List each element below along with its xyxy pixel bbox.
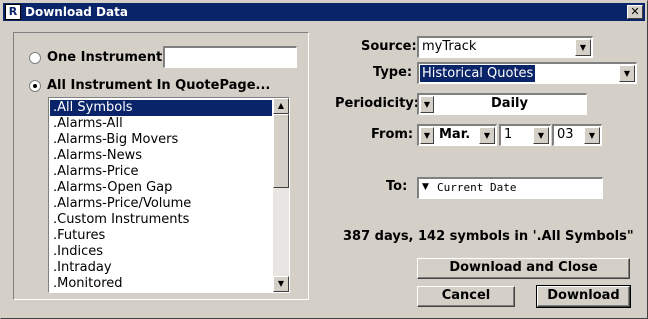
from-day-value: 1 [504,127,513,142]
list-item[interactable]: .Intraday [50,260,272,276]
status-text: 387 days, 142 symbols in '.All Symbols" [343,229,634,244]
list-item[interactable]: .Alarms-News [50,148,272,164]
chevron-down-icon[interactable]: ▼ [619,65,635,82]
window-title: Download Data [25,5,128,19]
close-icon[interactable]: ✕ [627,5,643,19]
to-value: Current Date [437,181,517,194]
download-button[interactable]: Download [536,285,631,308]
from-label: From: [371,127,414,142]
app-icon: R [5,4,21,20]
quotepage-list: .All Symbols .Alarms-All .Alarms-Big Mover… [50,100,272,292]
type-label: Type: [373,65,413,80]
from-month-select[interactable]: ▼ Mar. ▼ [417,124,497,146]
download-data-dialog: R Download Data ✕ One Instrument: All In… [0,0,648,319]
radio-one-instrument[interactable] [29,52,41,64]
quotepage-listbox[interactable]: .All Symbols .Alarms-All .Alarms-Big Mover… [48,97,290,293]
scroll-thumb[interactable] [273,114,289,188]
title-bar[interactable]: R Download Data ✕ [3,3,645,21]
one-instrument-input[interactable] [163,46,297,68]
list-item[interactable]: .Alarms-Open Gap [50,180,272,196]
to-select[interactable]: ▼ Current Date [417,177,603,199]
scroll-down-icon[interactable]: ▼ [273,276,289,292]
scroll-up-icon[interactable]: ▲ [273,98,289,114]
source-label: Source: [361,39,417,54]
list-scrollbar[interactable]: ▲ ▼ [273,98,289,292]
from-month-value: Mar. [439,127,471,142]
chevron-down-icon[interactable]: ▼ [422,182,429,192]
type-select[interactable]: Historical Quotes ▼ [417,62,637,84]
chevron-down-icon[interactable]: ▼ [584,127,600,144]
source-value: myTrack [422,39,477,54]
chevron-down-icon[interactable]: ▼ [479,127,495,144]
download-and-close-button[interactable]: Download and Close [417,258,630,279]
source-select[interactable]: myTrack ▼ [417,36,593,58]
chevron-down-icon[interactable]: ▼ [420,96,434,113]
periodicity-select[interactable]: ▼ Daily [417,93,587,115]
list-item[interactable]: .Custom Instruments [50,212,272,228]
all-instruments-label: All Instrument In QuotePage... [47,78,271,93]
chevron-down-icon[interactable]: ▼ [420,127,434,144]
from-year-value: 03 [557,127,574,142]
from-day-select[interactable]: 1 ▼ [499,124,551,146]
list-item[interactable]: .Alarms-Price [50,164,272,180]
type-value: Historical Quotes [420,65,536,82]
one-instrument-label: One Instrument: [47,50,168,65]
list-item[interactable]: .All Symbols [50,100,272,116]
chevron-down-icon[interactable]: ▼ [575,39,591,56]
list-item[interactable]: .Indices [50,244,272,260]
list-item[interactable]: .Monitored [50,276,272,292]
list-item[interactable]: .Alarms-All [50,116,272,132]
chevron-down-icon[interactable]: ▼ [533,127,549,144]
to-label: To: [386,179,408,194]
list-item[interactable]: .Futures [50,228,272,244]
cancel-button[interactable]: Cancel [417,286,515,307]
periodicity-label: Periodicity: [335,96,419,111]
list-item[interactable]: .Alarms-Price/Volume [50,196,272,212]
from-year-select[interactable]: 03 ▼ [552,124,602,146]
radio-all-instruments[interactable] [29,80,41,92]
periodicity-value: Daily [491,96,528,111]
list-item[interactable]: .Alarms-Big Movers [50,132,272,148]
